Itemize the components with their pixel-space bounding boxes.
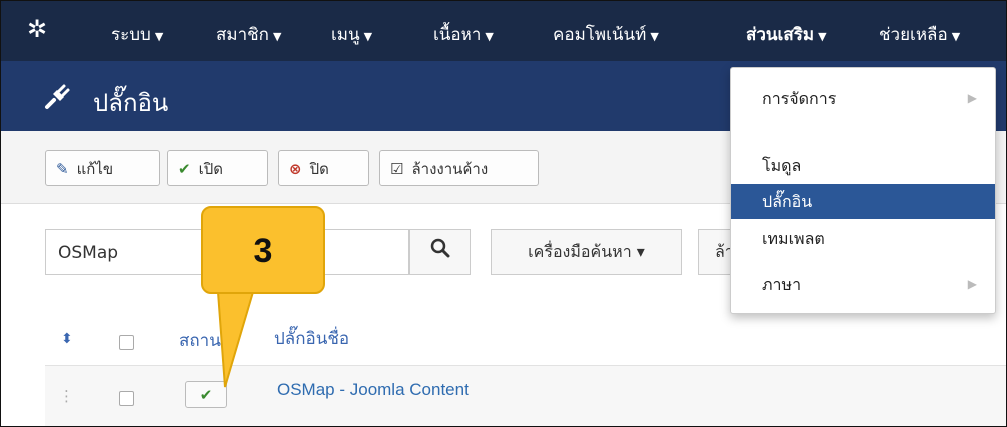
search-icon — [430, 238, 450, 258]
search-button[interactable] — [409, 229, 471, 275]
top-navbar: ✲ ระบบ ▼ สมาชิก ▼ เมนู ▼ เนื้อหา ▼ คอมโพเน้น… — [1, 1, 1006, 61]
menu-item-plugins[interactable]: ปลั๊กอิน — [731, 184, 995, 219]
search-tools-button[interactable]: เครื่องมือค้นหา ▾ — [491, 229, 682, 275]
chevron-down-icon: ▼ — [818, 30, 827, 43]
extensions-dropdown-menu: การจัดการ ▶ โมดูล ปลั๊กอิน เทมเพลต ภาษา ▶ — [730, 67, 996, 314]
close-circle-icon: ⊗ — [289, 160, 302, 178]
enable-button[interactable]: ✔ เปิด — [167, 150, 268, 186]
menu-item-templates[interactable]: เทมเพลต — [731, 221, 995, 256]
checkin-button[interactable]: ☑ ล้างงานค้าง — [379, 150, 539, 186]
column-header-name[interactable]: ปลั๊กอินชื่อ — [274, 325, 349, 352]
row-checkbox[interactable] — [119, 391, 134, 406]
menu-item-modules[interactable]: โมดูล — [731, 148, 995, 183]
check-icon: ✔ — [178, 160, 191, 178]
chevron-right-icon: ▶ — [967, 277, 977, 291]
chevron-down-icon: ▼ — [272, 30, 282, 43]
app-window: ✲ ระบบ ▼ สมาชิก ▼ เมนู ▼ เนื้อหา ▼ คอมโพเน้น… — [0, 0, 1007, 427]
chevron-down-icon: ▼ — [363, 30, 373, 43]
nav-content[interactable]: เนื้อหา ▼ — [433, 21, 494, 48]
chevron-down-icon: ▼ — [951, 30, 961, 43]
nav-help[interactable]: ช่วยเหลือ ▼ — [879, 21, 960, 48]
nav-menus[interactable]: เมนู ▼ — [331, 21, 372, 48]
plugin-name-link[interactable]: OSMap - Joomla Content — [277, 380, 469, 400]
edit-button[interactable]: ✎ แก้ไข — [45, 150, 160, 186]
checkbox-icon: ☑ — [390, 160, 404, 178]
nav-components[interactable]: คอมโพเน้นท์ ▼ — [553, 21, 659, 48]
select-all-checkbox[interactable] — [119, 335, 134, 350]
menu-item-languages[interactable]: ภาษา ▶ — [731, 267, 995, 302]
nav-users[interactable]: สมาชิก ▼ — [216, 21, 281, 48]
nav-extensions[interactable]: ส่วนเสริม ▼ — [746, 21, 827, 48]
chevron-right-icon: ▶ — [967, 91, 977, 105]
chevron-down-icon: ▼ — [650, 30, 659, 43]
joomla-logo-icon[interactable]: ✲ — [27, 15, 55, 43]
nav-system[interactable]: ระบบ ▼ — [111, 21, 163, 48]
chevron-down-icon: ▼ — [485, 30, 494, 43]
disable-button[interactable]: ⊗ ปิด — [278, 150, 369, 186]
edit-icon: ✎ — [56, 160, 69, 178]
step-callout-badge: 3 — [201, 206, 325, 294]
plug-icon — [43, 81, 73, 118]
chevron-down-icon: ▼ — [154, 30, 164, 43]
callout-pointer — [216, 292, 255, 388]
page-title: ปลั๊กอิน — [93, 89, 169, 117]
sort-order-icon[interactable]: ⬍ — [61, 331, 73, 347]
drag-handle-icon[interactable]: ⋮ — [59, 387, 74, 405]
menu-item-manage[interactable]: การจัดการ ▶ — [731, 81, 995, 116]
